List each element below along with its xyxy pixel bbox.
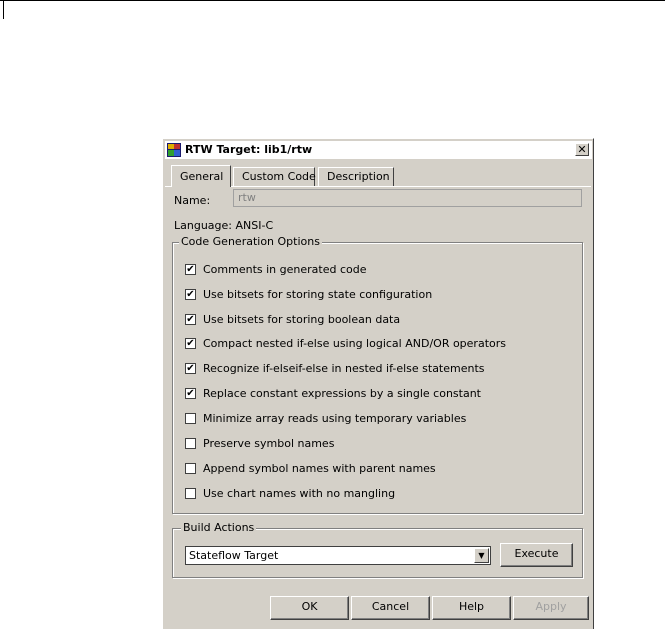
tab-description[interactable]: Description: [318, 167, 394, 186]
cancel-button[interactable]: Cancel: [351, 596, 430, 620]
checkbox-label: Use bitsets for storing state configurat…: [203, 288, 433, 301]
code-generation-options-title: Code Generation Options: [179, 235, 322, 248]
execute-button-label: Execute: [514, 547, 559, 560]
checkbox-label: Comments in generated code: [203, 263, 367, 276]
tab-label: Description: [327, 170, 390, 183]
top-border-line: [0, 0, 665, 1]
checkbox[interactable]: ✔: [185, 289, 196, 300]
execute-button[interactable]: Execute: [500, 543, 573, 567]
tab-general[interactable]: General: [171, 165, 231, 187]
build-action-selected-value: Stateflow Target: [189, 549, 279, 562]
ok-button[interactable]: OK: [270, 596, 349, 620]
checkbox-label: Preserve symbol names: [203, 437, 335, 450]
checkbox[interactable]: [185, 463, 196, 474]
tab-label: Custom Code: [242, 170, 316, 183]
checkbox[interactable]: [185, 488, 196, 499]
checkbox[interactable]: ✔: [185, 338, 196, 349]
checkbox[interactable]: [185, 413, 196, 424]
name-label: Name:: [174, 194, 211, 207]
language-label: Language: ANSI-C: [174, 219, 274, 232]
checkbox-label: Use bitsets for storing boolean data: [203, 313, 401, 326]
help-button-label: Help: [458, 600, 485, 613]
name-field[interactable]: rtw: [233, 189, 582, 207]
top-left-tick: [3, 0, 4, 19]
ok-button-label: OK: [301, 600, 318, 613]
close-button[interactable]: ✕: [575, 143, 589, 156]
window-title: RTW Target: lib1/rtw: [185, 143, 313, 156]
help-button[interactable]: Help: [432, 596, 511, 620]
checkbox-label: Minimize array reads using temporary var…: [203, 412, 467, 425]
tab-label: General: [180, 170, 224, 183]
stateflow-chart-icon: [167, 143, 181, 157]
apply-button-label: Apply: [535, 600, 567, 613]
checkbox[interactable]: ✔: [185, 264, 196, 275]
cancel-button-label: Cancel: [371, 600, 410, 613]
checkbox-label: Replace constant expressions by a single…: [203, 387, 481, 400]
checkbox-label: Use chart names with no mangling: [203, 487, 396, 500]
apply-button[interactable]: Apply: [513, 596, 589, 620]
rtw-target-dialog: RTW Target: lib1/rtw ✕ General Custom Co…: [162, 138, 594, 629]
title-bar[interactable]: RTW Target: lib1/rtw ✕: [165, 141, 592, 160]
checkbox[interactable]: ✔: [185, 363, 196, 374]
build-action-select[interactable]: Stateflow Target ▼: [185, 546, 491, 565]
checkbox-label: Recognize if-elseif-else in nested if-el…: [203, 362, 485, 375]
checkbox[interactable]: ✔: [185, 314, 196, 325]
build-actions-title: Build Actions: [181, 521, 257, 534]
close-icon: ✕: [577, 143, 587, 156]
chevron-down-icon[interactable]: ▼: [474, 548, 489, 563]
checkbox[interactable]: [185, 438, 196, 449]
checkbox-label: Compact nested if-else using logical AND…: [203, 337, 506, 350]
checkbox[interactable]: ✔: [185, 388, 196, 399]
checkbox-label: Append symbol names with parent names: [203, 462, 436, 475]
tab-custom-code[interactable]: Custom Code: [233, 167, 316, 186]
